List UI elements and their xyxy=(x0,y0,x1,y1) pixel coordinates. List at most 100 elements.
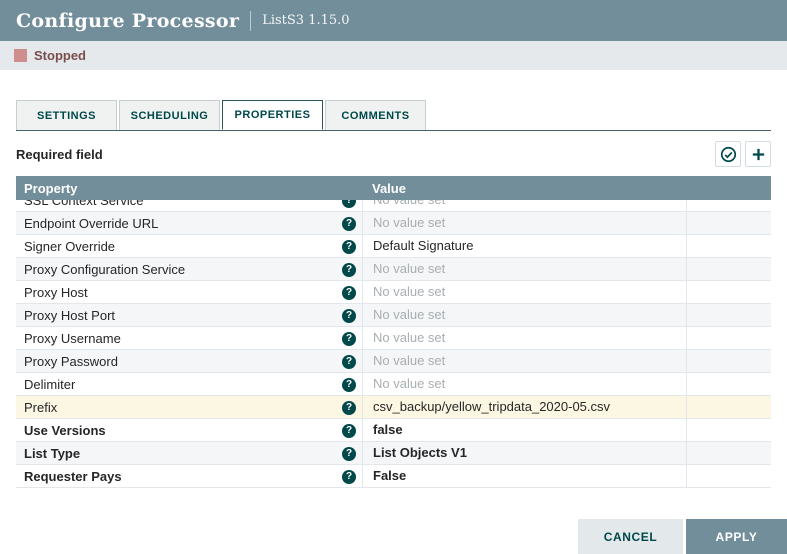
question-circle-icon: ? xyxy=(342,424,356,438)
apply-button[interactable]: APPLY xyxy=(686,519,787,554)
property-name: Use Versions xyxy=(24,420,106,442)
question-circle-icon: ? xyxy=(342,470,356,484)
row-extra-cell xyxy=(686,396,771,419)
property-name: Signer Override xyxy=(24,236,115,258)
question-circle-icon: ? xyxy=(342,378,356,392)
question-circle-icon: ? xyxy=(342,447,356,461)
table-row[interactable]: Proxy Host?No value set xyxy=(16,281,771,304)
table-row[interactable]: List Type? List Objects V1 xyxy=(16,442,771,465)
property-cell: Proxy Password? xyxy=(16,350,362,373)
cancel-button[interactable]: CANCEL xyxy=(578,519,683,554)
property-cell: Use Versions? xyxy=(16,419,362,442)
property-cell: Proxy Host Port? xyxy=(16,304,362,327)
property-cell: Delimiter? xyxy=(16,373,362,396)
table-row[interactable]: SSL Context Service?No value set xyxy=(16,200,771,212)
dialog-header: Configure Processor ListS3 1.15.0 xyxy=(0,0,787,41)
properties-table-body: SSL Context Service?No value setEndpoint… xyxy=(16,200,771,488)
question-circle-icon: ? xyxy=(342,355,356,369)
table-row[interactable]: Proxy Host Port?No value set xyxy=(16,304,771,327)
property-name: Proxy Host xyxy=(24,282,88,304)
table-row[interactable]: Proxy Configuration Service?No value set xyxy=(16,258,771,281)
toolbar-icons xyxy=(715,141,771,167)
table-row[interactable]: Use Versions?false xyxy=(16,419,771,442)
required-field-label: Required field xyxy=(16,147,103,162)
properties-toolbar: Required field xyxy=(16,140,771,168)
row-extra-cell xyxy=(686,281,771,304)
tab-scheduling[interactable]: SCHEDULING xyxy=(119,100,220,130)
property-value[interactable]: csv_backup/yellow_tripdata_2020-05.csv xyxy=(362,396,686,419)
property-cell: Endpoint Override URL? xyxy=(16,212,362,235)
circle-check-icon xyxy=(720,146,737,163)
property-name: Endpoint Override URL xyxy=(24,213,158,235)
property-name: Prefix xyxy=(24,397,57,419)
property-name: Proxy Password xyxy=(24,351,118,373)
property-name: List Type xyxy=(24,443,80,465)
row-extra-cell xyxy=(686,235,771,258)
properties-table: Property Value SSL Context Service?No va… xyxy=(16,176,771,488)
property-value[interactable]: No value set xyxy=(362,373,686,396)
status-bar: Stopped xyxy=(0,41,787,70)
property-cell: SSL Context Service? xyxy=(16,200,362,212)
dialog-title: Configure Processor xyxy=(16,10,239,32)
table-row[interactable]: Signer Override?Default Signature xyxy=(16,235,771,258)
column-header-property: Property xyxy=(16,181,362,196)
row-extra-cell xyxy=(686,200,771,212)
row-extra-cell xyxy=(686,327,771,350)
question-circle-icon: ? xyxy=(342,286,356,300)
property-name: Proxy Configuration Service xyxy=(24,259,185,281)
property-cell: Prefix? xyxy=(16,396,362,419)
property-cell: Proxy Username? xyxy=(16,327,362,350)
tab-comments[interactable]: COMMENTS xyxy=(325,100,426,130)
row-extra-cell xyxy=(686,373,771,396)
configure-processor-dialog: Configure Processor ListS3 1.15.0 Stoppe… xyxy=(0,0,787,554)
question-circle-icon: ? xyxy=(342,217,356,231)
tab-settings[interactable]: SETTINGS xyxy=(16,100,117,130)
dialog-content: SETTINGSSCHEDULINGPROPERTIESCOMMENTS Req… xyxy=(0,100,787,488)
property-value[interactable]: No value set xyxy=(362,258,686,281)
property-value[interactable]: No value set xyxy=(362,327,686,350)
tab-properties[interactable]: PROPERTIES xyxy=(222,100,323,130)
table-row[interactable]: Delimiter?No value set xyxy=(16,373,771,396)
property-value[interactable]: No value set xyxy=(362,212,686,235)
title-separator xyxy=(250,11,251,31)
row-extra-cell xyxy=(686,442,771,465)
property-cell: Requester Pays? xyxy=(16,465,362,488)
property-value[interactable]: No value set xyxy=(362,350,686,373)
property-value[interactable]: No value set xyxy=(362,200,686,212)
property-value[interactable]: Default Signature xyxy=(362,235,686,258)
row-extra-cell xyxy=(686,212,771,235)
row-extra-cell xyxy=(686,258,771,281)
row-extra-cell xyxy=(686,304,771,327)
property-cell: Signer Override? xyxy=(16,235,362,258)
row-extra-cell xyxy=(686,350,771,373)
status-label: Stopped xyxy=(34,48,86,63)
table-row[interactable]: Endpoint Override URL?No value set xyxy=(16,212,771,235)
table-row[interactable]: Proxy Username?No value set xyxy=(16,327,771,350)
table-row[interactable]: Proxy Password?No value set xyxy=(16,350,771,373)
table-row[interactable]: Requester Pays?False xyxy=(16,465,771,488)
property-value[interactable]: No value set xyxy=(362,304,686,327)
property-value[interactable]: List Objects V1 xyxy=(362,442,686,465)
property-value[interactable]: false xyxy=(362,419,686,442)
property-value[interactable]: No value set xyxy=(362,281,686,304)
verify-properties-button[interactable] xyxy=(715,141,741,167)
question-circle-icon: ? xyxy=(342,401,356,415)
table-header: Property Value xyxy=(16,176,771,200)
plus-icon xyxy=(750,146,767,163)
row-extra-cell xyxy=(686,419,771,442)
row-extra-cell xyxy=(686,465,771,488)
stopped-square-icon xyxy=(14,49,27,62)
property-cell: Proxy Host? xyxy=(16,281,362,304)
property-cell: Proxy Configuration Service? xyxy=(16,258,362,281)
add-property-button[interactable] xyxy=(745,141,771,167)
property-name: Requester Pays xyxy=(24,466,122,488)
question-circle-icon: ? xyxy=(342,332,356,346)
question-circle-icon: ? xyxy=(342,200,356,208)
question-circle-icon: ? xyxy=(342,240,356,254)
column-header-value: Value xyxy=(362,181,686,196)
property-name: SSL Context Service xyxy=(24,200,143,212)
table-row[interactable]: Prefix?csv_backup/yellow_tripdata_2020-0… xyxy=(16,396,771,419)
question-circle-icon: ? xyxy=(342,263,356,277)
property-value[interactable]: False xyxy=(362,465,686,488)
tab-bar: SETTINGSSCHEDULINGPROPERTIESCOMMENTS xyxy=(16,100,771,131)
